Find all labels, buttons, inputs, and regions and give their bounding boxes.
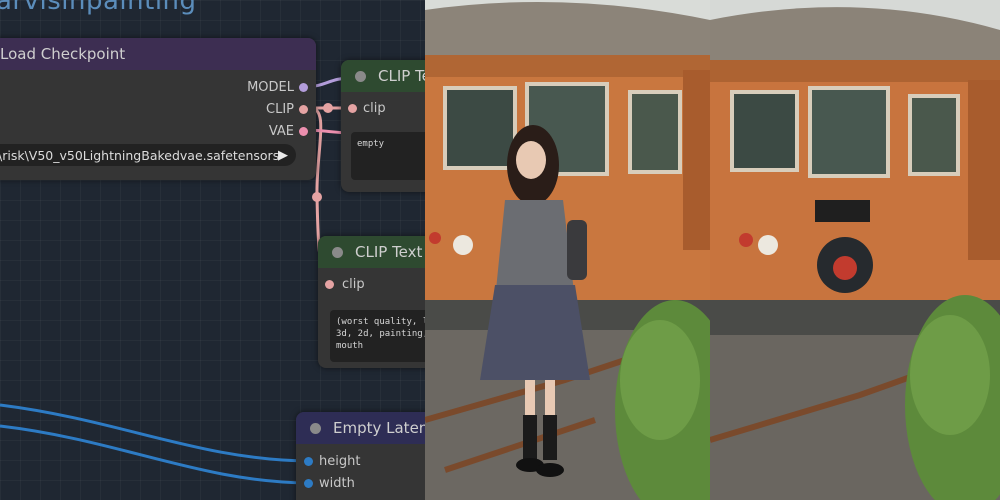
play-triangle-icon[interactable]: ▶ [278, 148, 288, 163]
input-height-socket[interactable] [304, 457, 313, 466]
load-checkpoint-header[interactable]: Load Checkpoint [0, 38, 316, 70]
input-clip-label-top: clip [363, 101, 386, 116]
clip-text-neg-title: CLIP Text [355, 243, 423, 261]
collapse-dot-icon[interactable] [332, 246, 343, 258]
input-width-socket[interactable] [304, 479, 313, 488]
clip-text-neg-header[interactable]: CLIP Text [318, 236, 425, 268]
output-model-label: MODEL [247, 80, 294, 95]
collapse-dot-icon[interactable] [310, 422, 321, 434]
generated-image-girl-tram [425, 0, 710, 500]
empty-latent-title: Empty Latent [333, 419, 425, 437]
collapse-dot-icon[interactable] [355, 70, 366, 82]
empty-latent-node[interactable]: Empty Latent height width [296, 412, 425, 500]
input-clip-label-negative: clip [342, 277, 365, 292]
load-checkpoint-title: Load Checkpoint [0, 45, 126, 63]
tram-girl-illustration [425, 0, 710, 500]
node-graph-canvas[interactable]: arvisinpainting Load Checkpoint MODEL CL… [0, 0, 425, 500]
output-clip-label: CLIP [266, 102, 294, 117]
clip-text-encode-node-top[interactable]: CLIP Te clip empty [341, 60, 425, 192]
input-clip-socket-negative[interactable] [325, 280, 334, 289]
prompt-textarea-negative[interactable]: (worst quality, l 3d, 2d, painting, mout… [330, 310, 425, 362]
output-vae-socket[interactable] [299, 127, 308, 136]
output-vae-label: VAE [268, 124, 294, 139]
ckpt-name-value: \risk\V50_v50LightningBakedvae.safetenso… [0, 147, 280, 163]
output-clip-socket[interactable] [299, 105, 308, 114]
generated-image-tram [710, 0, 1000, 500]
ckpt-name-combo[interactable]: \risk\V50_v50LightningBakedvae.safetenso… [0, 144, 296, 166]
group-title: arvisinpainting [0, 0, 197, 16]
width-wire [0, 424, 309, 485]
clip-text-encode-node-negative[interactable]: CLIP Text clip (worst quality, l 3d, 2d,… [318, 236, 425, 368]
clip-text-top-header[interactable]: CLIP Te [341, 60, 425, 92]
input-clip-socket-top[interactable] [348, 104, 357, 113]
input-width-label: width [319, 476, 355, 491]
tram-illustration [710, 0, 1000, 500]
empty-latent-header[interactable]: Empty Latent [296, 412, 425, 444]
input-height-label: height [319, 454, 361, 469]
output-model-socket[interactable] [299, 83, 308, 92]
prompt-textarea-top[interactable]: empty [351, 132, 425, 180]
clip-text-top-title: CLIP Te [378, 67, 425, 85]
load-checkpoint-node[interactable]: Load Checkpoint MODEL CLIP VAE \risk\V50… [0, 38, 316, 180]
